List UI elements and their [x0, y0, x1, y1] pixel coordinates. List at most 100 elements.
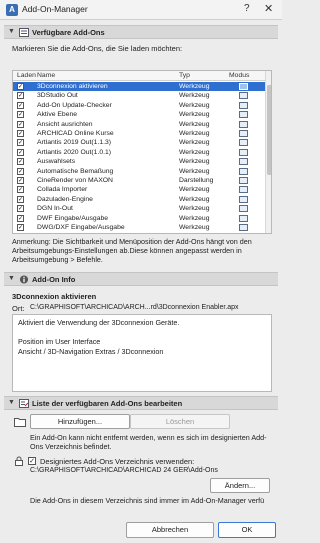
load-checkbox[interactable]: ✓ [17, 139, 24, 147]
load-checkbox[interactable]: ✓ [17, 224, 24, 231]
cancel-button[interactable]: Abbrechen [126, 522, 214, 538]
addon-row[interactable]: ✓ Artlantis 2019 Out(1.1.3) Werkzeug [13, 138, 265, 147]
load-checkbox[interactable]: ✓ [17, 120, 24, 128]
use-folder-checkbox[interactable]: ✓ [28, 457, 36, 465]
mode-window-icon [239, 195, 248, 203]
location-label: Ort: [12, 304, 25, 313]
instruction-text: Markieren Sie die Add-Ons, die Sie laden… [12, 44, 183, 53]
addon-type: Werkzeug [179, 139, 210, 147]
addon-type: Werkzeug [179, 195, 210, 203]
addon-name: Aktive Ebene [37, 111, 78, 119]
addon-row[interactable]: ✓ 3Dconnexion aktivieren Werkzeug [13, 82, 265, 92]
addon-name: CineRender von MAXON [37, 177, 113, 184]
load-checkbox[interactable]: ✓ [17, 92, 24, 100]
load-checkbox[interactable]: ✓ [17, 111, 24, 119]
mode-window-icon [239, 101, 248, 109]
mode-window-icon [239, 214, 248, 222]
load-checkbox[interactable]: ✓ [17, 186, 24, 194]
scroll-thumb[interactable] [267, 85, 271, 175]
mode-window-icon [239, 120, 248, 128]
addon-type: Werkzeug [179, 205, 210, 213]
mode-window-icon [239, 83, 248, 90]
delete-button[interactable]: Löschen [130, 414, 230, 429]
chevron-down-icon: ▼ [8, 399, 15, 406]
addon-type: Werkzeug [179, 111, 210, 119]
addon-type: Darstellung [179, 177, 214, 184]
load-checkbox[interactable]: ✓ [17, 205, 24, 213]
location-path: C:\GRAPHISOFT\ARCHICAD\ARCH...rd\3Dconne… [30, 304, 239, 311]
load-checkbox[interactable]: ✓ [17, 148, 24, 156]
addon-row[interactable]: ✓ Auswahlsets Werkzeug [13, 157, 265, 166]
addon-name: Automatische Bemaßung [37, 167, 114, 175]
addon-row[interactable]: ✓ DWG/DXF Eingabe/Ausgabe Werkzeug [13, 223, 265, 232]
addon-row[interactable]: ✓ Aktive Ebene Werkzeug [13, 110, 265, 119]
column-header-mode[interactable]: Modus [229, 72, 249, 79]
addon-type: Werkzeug [179, 186, 210, 194]
mode-window-icon [239, 130, 248, 137]
addon-list[interactable]: Laden Name Typ Modus ✓ 3Dconnexion aktivi… [12, 70, 272, 234]
addon-type: Werkzeug [179, 158, 210, 166]
addon-row[interactable]: ✓ DWF Eingabe/Ausgabe Werkzeug [13, 214, 265, 223]
load-checkbox[interactable]: ✓ [17, 158, 24, 166]
load-checkbox[interactable]: ✓ [17, 130, 24, 137]
addon-list-icon [19, 28, 29, 37]
section-header-edit[interactable]: ▼ Liste der verfügbaren Add-Ons bearbeit… [4, 396, 278, 410]
addon-row[interactable]: ✓ Add-On Update-Checker Werkzeug [13, 101, 265, 110]
addon-row[interactable]: ✓ 3DStudio Out Werkzeug [13, 91, 265, 100]
load-checkbox[interactable]: ✓ [17, 83, 24, 90]
section-header-info[interactable]: ▼ Add-On Info [4, 272, 278, 286]
mode-window-icon [239, 139, 248, 147]
addon-name: Artlantis 2019 Out(1.1.3) [37, 139, 112, 147]
addon-name: Auswahlsets [37, 158, 76, 166]
addon-name: Ansicht ausrichten [37, 120, 93, 128]
addon-name: ARCHICAD Online Kurse [37, 130, 114, 137]
addon-name: 3DStudio Out [37, 92, 78, 100]
list-scrollbar[interactable] [265, 71, 271, 233]
mode-window-icon [239, 224, 248, 231]
section-title: Liste der verfügbaren Add-Ons bearbeiten [32, 399, 183, 408]
addon-row[interactable]: ✓ DGN In-Out Werkzeug [13, 204, 265, 213]
description-line: Position im User Interface [18, 337, 101, 346]
addon-type: Werkzeug [179, 167, 210, 175]
addon-info-name: 3Dconnexion aktivieren [12, 292, 97, 301]
description-line [18, 328, 179, 338]
addon-row[interactable]: ✓ ARCHICAD Online Kurse Werkzeug [13, 129, 265, 138]
addon-row[interactable]: ✓ Collada Importer Werkzeug [13, 185, 265, 194]
addon-row[interactable]: ✓ Automatische Bemaßung Werkzeug [13, 167, 265, 176]
add-button[interactable]: Hinzufügen... [30, 414, 130, 429]
load-checkbox[interactable]: ✓ [17, 101, 24, 109]
list-header: Laden Name Typ Modus [13, 71, 265, 81]
mode-window-icon [239, 177, 248, 184]
addon-name: DWF Eingabe/Ausgabe [37, 214, 109, 222]
mode-window-icon [239, 205, 248, 213]
addon-row[interactable]: ✓ Dazuladen-Engine Werkzeug [13, 195, 265, 204]
addon-row[interactable]: ✓ Ansicht ausrichten Werkzeug [13, 120, 265, 129]
addon-type: Werkzeug [179, 224, 210, 231]
ok-button[interactable]: OK [218, 522, 276, 538]
column-header-type[interactable]: Typ [179, 72, 190, 79]
description-line: Aktiviert die Verwendung der 3Dconnexion… [18, 318, 180, 327]
description-line: Ansicht / 3D-Navigation Extras / 3Dconne… [18, 346, 164, 356]
addon-name: Collada Importer [37, 186, 88, 194]
column-header-name[interactable]: Name [37, 72, 55, 79]
column-header-load[interactable]: Laden [17, 72, 36, 79]
load-checkbox[interactable]: ✓ [17, 167, 24, 175]
description-text: Aktiviert die Verwendung der 3Dconnexion… [18, 318, 179, 356]
help-button[interactable]: ? [244, 3, 250, 14]
close-button[interactable]: ✕ [264, 2, 273, 15]
chevron-down-icon: ▼ [8, 275, 15, 282]
description-box: Aktiviert die Verwendung der 3Dconnexion… [12, 314, 272, 392]
load-checkbox[interactable]: ✓ [17, 214, 24, 222]
addon-name: 3Dconnexion aktivieren [37, 83, 108, 90]
addon-type: Werkzeug [179, 130, 210, 137]
mode-window-icon [239, 167, 248, 175]
addon-row[interactable]: ✓ Artlantis 2020 Out(1.0.1) Werkzeug [13, 148, 265, 157]
addon-name: DGN In-Out [37, 205, 73, 213]
section-header-available[interactable]: ▼ Verfügbare Add-Ons [4, 25, 278, 39]
addon-name: Artlantis 2020 Out(1.0.1) [37, 148, 112, 156]
change-button[interactable]: Ändern... [210, 478, 270, 493]
edit-list-icon [19, 399, 29, 408]
load-checkbox[interactable]: ✓ [17, 177, 24, 184]
addon-row[interactable]: ✓ CineRender von MAXON Darstellung [13, 176, 265, 185]
load-checkbox[interactable]: ✓ [17, 195, 24, 203]
